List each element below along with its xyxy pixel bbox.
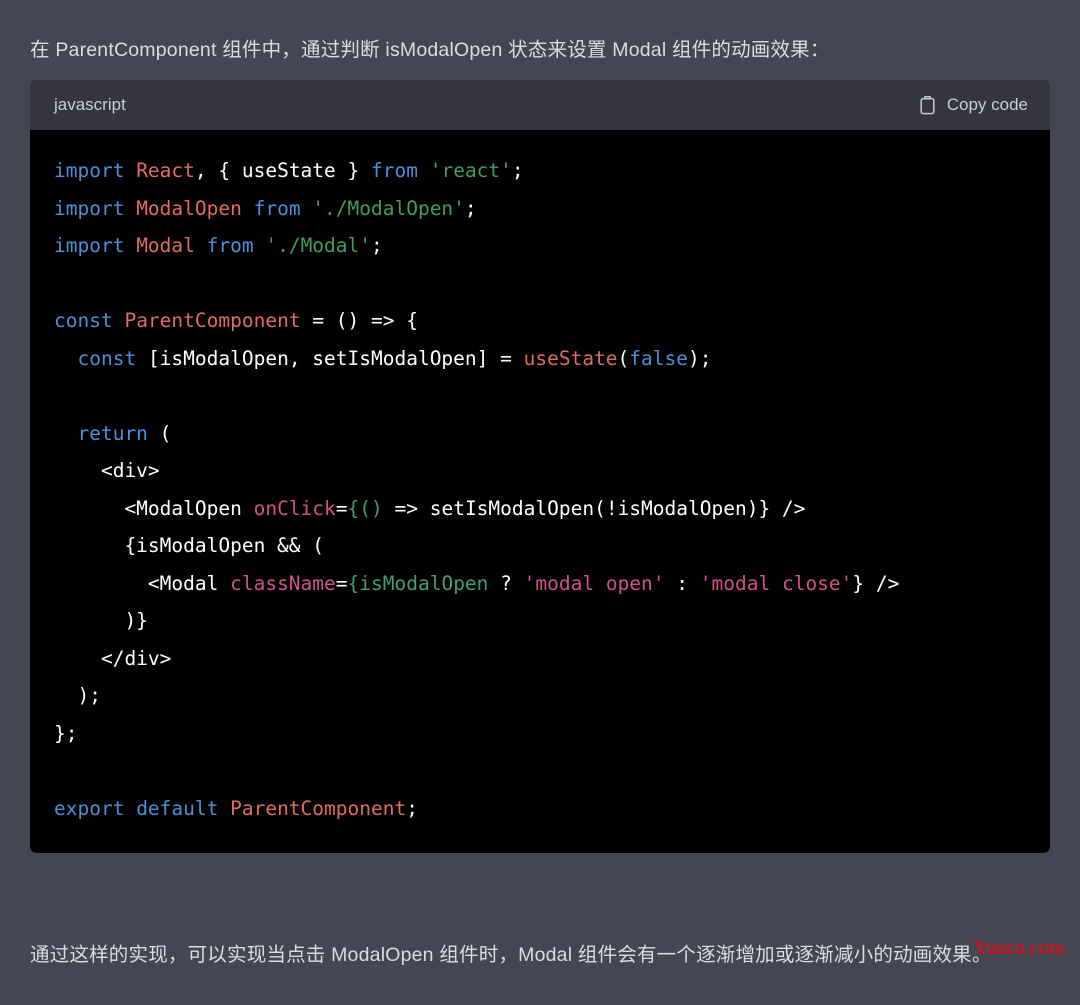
code-line: )} [54,609,148,632]
code-token: import [54,234,137,257]
code-line: <Modal className={isModalOpen ? 'modal o… [54,572,899,595]
code-block: javascript Copy code import React, { use… [30,80,1050,853]
code-token: , { [194,159,242,182]
code-line: import React, { useState } from 'react'; [54,159,524,182]
code-token: {isModalOpen [347,571,489,595]
code-line: </div> [54,647,171,670]
code-token: <Modal [54,571,231,595]
code-token: className [230,571,336,595]
code-token: {() [347,496,383,520]
code-line: {isModalOpen && ( [54,534,324,557]
code-token: ); [688,346,712,370]
code-token: useState [523,346,618,370]
copy-code-button[interactable]: Copy code [919,95,1028,115]
code-token: )} [54,609,148,632]
code-token: useState [241,159,336,182]
code-token: = () => { [300,309,418,332]
code-token: [isModalOpen, setIsModalOpen] = [147,346,524,370]
code-token: from [371,159,430,182]
code-language-label: javascript [54,95,126,114]
code-token: import [54,196,137,220]
outro-paragraph: 通过这样的实现，可以实现当点击 ModalOpen 组件时，Modal 组件会有… [30,943,992,966]
code-token: ; [371,234,383,257]
code-token: ModalOpen [136,196,254,220]
code-token: <ModalOpen [54,496,254,520]
code-block-body: import React, { useState } from 'react';… [30,130,1050,853]
site-watermark: Yuucn.com [974,937,1065,959]
code-token: = [335,496,348,520]
code-line: import Modal from './Modal'; [54,234,383,257]
code-token: 'react' [429,159,512,182]
code-token: } /> [852,571,900,595]
code-token: ParentComponent [230,796,407,820]
code-token: => setIsModalOpen(!isModalOpen)} /> [382,496,806,520]
code-line: <div> [54,459,160,482]
code-token: <div> [54,459,160,482]
code-block-header: javascript Copy code [30,80,1050,130]
clipboard-icon [919,95,936,115]
code-line: import ModalOpen from './ModalOpen'; [54,197,477,220]
source-code[interactable]: import React, { useState } from 'react';… [30,152,1050,827]
code-line: return ( [54,422,171,445]
code-line: const ParentComponent = () => { [54,309,418,332]
code-token: const [54,309,125,332]
copy-code-label: Copy code [946,95,1028,114]
intro-paragraph: 在 ParentComponent 组件中，通过判断 isModalOpen 状… [30,38,830,61]
code-token: ; [406,796,418,820]
code-token: import [54,159,137,182]
code-token: false [629,346,688,370]
code-token: 'modal open' [523,571,665,595]
code-token: ? [488,571,524,595]
code-token: : [664,571,700,595]
code-token: Modal [136,234,207,257]
code-token: ( [159,421,172,445]
code-line: }; [54,722,77,745]
code-token: 'modal close' [699,571,853,595]
code-token: </div> [54,646,172,670]
code-token: ; [464,196,477,220]
code-token: export [54,796,137,820]
code-token: './ModalOpen' [312,196,465,220]
code-token: ; [511,159,524,182]
code-token: = [335,571,348,595]
code-token: onClick [253,496,336,520]
answer-page: 在 ParentComponent 组件中，通过判断 isModalOpen 状… [0,0,1080,1005]
code-token: ); [54,684,101,707]
code-token: } [335,159,372,182]
code-token: ( [617,346,630,370]
code-token: }; [54,721,78,745]
code-token: {isModalOpen && ( [54,534,325,557]
code-token: './Modal' [265,234,372,257]
code-line: ); [54,684,101,707]
code-line: const [isModalOpen, setIsModalOpen] = us… [54,347,711,370]
code-token: default [136,796,231,820]
code-line: export default ParentComponent; [54,797,418,820]
code-token: from [206,234,266,257]
code-line: <ModalOpen onClick={() => setIsModalOpen… [54,497,805,520]
code-token: const [77,346,148,370]
code-token: return [77,421,160,445]
code-token: from [253,196,313,220]
code-token: ParentComponent [124,309,301,332]
code-token: React [136,159,195,182]
